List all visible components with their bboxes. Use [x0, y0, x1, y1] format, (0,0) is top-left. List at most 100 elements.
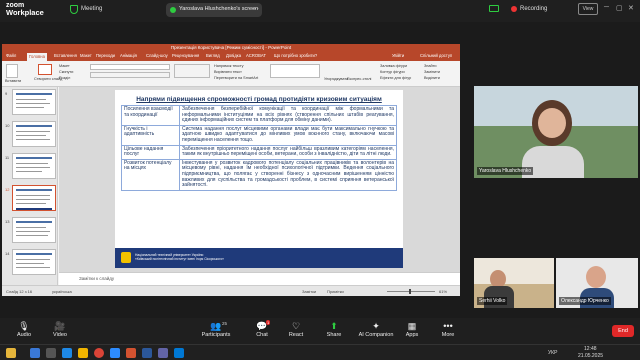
end-meeting-button[interactable]: End	[612, 325, 634, 337]
video-tile-speaker[interactable]: Yaroslava Hlushchenko	[474, 86, 638, 178]
tab-transitions[interactable]: Переходи	[96, 53, 115, 58]
meeting-label[interactable]: Meeting	[81, 6, 102, 12]
more-button[interactable]: ••• More	[428, 321, 468, 338]
screen-share-indicator[interactable]: Yaroslava Hlushchenko's screen ⋯	[166, 3, 262, 17]
tab-review[interactable]: Рецензування	[172, 53, 199, 58]
notes-toggle[interactable]: Замітки	[302, 289, 316, 294]
slide-thumbnail[interactable]	[12, 153, 56, 179]
tab-slideshow[interactable]: Слайд-шоу	[146, 53, 168, 58]
tab-design[interactable]: Макет	[80, 53, 92, 58]
paragraph-group[interactable]	[174, 64, 210, 78]
quick-styles-button[interactable]: Експрес-стилі	[347, 77, 371, 81]
view-button[interactable]: View	[578, 3, 598, 15]
slide-table[interactable]: Посилення взаємодії та координації Забез…	[121, 105, 397, 191]
chrome-icon[interactable]	[94, 348, 104, 358]
close-icon[interactable]: ✕	[628, 4, 634, 12]
select-button[interactable]: Виділити	[424, 76, 440, 80]
powerpoint-icon[interactable]	[126, 348, 136, 358]
shape-fill-button[interactable]: Заливка фігури	[380, 64, 407, 68]
zoom-slider-track[interactable]	[387, 291, 435, 292]
shapes-gallery[interactable]	[270, 64, 320, 78]
smartart-button[interactable]: Перетворити на SmartArt	[214, 76, 258, 80]
tell-me-search[interactable]: Що потрібно зробити?	[274, 53, 317, 58]
participant-name-tag: Олександр Юрченко	[559, 297, 611, 305]
slide-footer-banner: Національний технічний університет Украї…	[115, 248, 403, 268]
weather-icon[interactable]	[6, 348, 16, 358]
font-family-select[interactable]	[90, 64, 170, 70]
table-cell-direction[interactable]: Цільове надання послуг	[121, 144, 180, 160]
table-cell-description[interactable]: Система надання послуг місцевими органам…	[179, 124, 397, 146]
language-indicator[interactable]: УКР	[548, 350, 557, 356]
tab-help[interactable]: Довідка	[226, 53, 241, 58]
find-button[interactable]: Знайти	[424, 64, 436, 68]
table-cell-description[interactable]: Забезпечення пріоритетного надання послу…	[179, 144, 397, 160]
zoom-slider-handle[interactable]	[409, 289, 411, 294]
minimize-icon[interactable]: ─	[604, 4, 609, 11]
comments-toggle[interactable]: Примітки	[327, 289, 344, 294]
participants-button[interactable]: 👥 25 Participants	[196, 321, 236, 338]
table-cell-description[interactable]: Інвестування у розвиток кадрового потенц…	[179, 158, 397, 191]
new-slide-icon[interactable]	[38, 64, 52, 75]
more-options-icon[interactable]: ⋯	[252, 5, 259, 13]
outlook-icon[interactable]	[174, 348, 184, 358]
taskbar-date[interactable]: 21.05.2025	[578, 353, 603, 359]
search-icon[interactable]	[46, 348, 56, 358]
tab-insert[interactable]: Вставлення	[54, 53, 77, 58]
slide-thumbnail[interactable]	[12, 89, 56, 115]
react-button[interactable]: ♡ React	[276, 321, 316, 338]
focus-mode-icon[interactable]	[489, 5, 499, 12]
table-cell-direction[interactable]: Посилення взаємодії та координації	[121, 105, 180, 126]
shape-effects-button[interactable]: Ефекти для фігур	[380, 76, 411, 80]
zoom-level[interactable]: 61%	[439, 289, 447, 294]
slide-thumbnail[interactable]	[12, 121, 56, 147]
teams-icon[interactable]	[158, 348, 168, 358]
replace-button[interactable]: Замінити	[424, 70, 440, 74]
taskbar-time[interactable]: 12:48	[584, 346, 597, 352]
section-button[interactable]: Розділ	[59, 76, 70, 80]
slide-thumbnail[interactable]	[12, 217, 56, 243]
paste-button[interactable]: Вставити	[5, 79, 21, 83]
slide-title[interactable]: Напрями підвищення спроможності громад п…	[115, 96, 403, 103]
edge-icon[interactable]	[62, 348, 72, 358]
recording-label[interactable]: Recording	[520, 6, 547, 12]
audio-button[interactable]: 🎙 Audio	[4, 321, 44, 338]
table-cell-description[interactable]: Забезпечення безперебійної комунікації т…	[179, 105, 397, 126]
align-text-button[interactable]: Вирівняти текст	[214, 70, 242, 74]
share-button[interactable]: ⬆ Share	[314, 321, 354, 338]
text-direction-button[interactable]: Напрямок тексту	[214, 64, 244, 68]
notes-placeholder: Замітки к слайду	[79, 276, 115, 281]
tab-file[interactable]: Файл	[6, 53, 16, 58]
tab-home[interactable]: Головна	[27, 53, 47, 61]
language-indicator[interactable]: українська	[52, 289, 72, 294]
notes-pane[interactable]: Замітки к слайду	[59, 272, 460, 285]
participant-face	[586, 266, 606, 288]
font-format-group[interactable]	[90, 72, 170, 78]
share-link[interactable]: Спільний доступ	[420, 53, 452, 58]
shield-icon[interactable]	[70, 5, 78, 14]
video-tile-participant[interactable]: Олександр Юрченко	[556, 258, 638, 308]
paste-icon[interactable]	[6, 64, 18, 78]
table-cell-direction[interactable]: Гнучкість і адаптивність	[121, 124, 180, 146]
file-explorer-icon[interactable]	[78, 348, 88, 358]
arrange-button[interactable]: Упорядкувати	[324, 77, 348, 81]
current-slide[interactable]: Напрями підвищення спроможності громад п…	[115, 90, 403, 268]
slide-thumbnail[interactable]	[12, 249, 56, 275]
apps-button[interactable]: ▦ Apps	[392, 321, 432, 338]
shape-outline-button[interactable]: Контур фігури	[380, 70, 405, 74]
video-tile-participant[interactable]: Serhii Volko	[474, 258, 554, 308]
video-button[interactable]: 🎥 Video	[40, 321, 80, 338]
slide-thumbnail-selected[interactable]	[12, 185, 56, 211]
table-cell-direction[interactable]: Розвиток потенціалу на місцях	[121, 158, 180, 191]
reset-button[interactable]: Скинути	[59, 70, 73, 74]
tab-animations[interactable]: Анімація	[120, 53, 137, 58]
zoom-app-icon[interactable]	[110, 348, 120, 358]
tab-acrobat[interactable]: ACROBAT	[246, 53, 266, 58]
word-icon[interactable]	[142, 348, 152, 358]
thumb-number: 12	[5, 187, 10, 192]
start-icon[interactable]	[30, 348, 40, 358]
sign-in-link[interactable]: Увійти	[392, 53, 404, 58]
layout-button[interactable]: Макет	[59, 64, 70, 68]
tab-view[interactable]: Вигляд	[206, 53, 220, 58]
ppt-ribbon-tabs: Файл Головна Вставлення Макет Переходи А…	[2, 52, 460, 61]
maximize-icon[interactable]: ▢	[616, 4, 623, 12]
